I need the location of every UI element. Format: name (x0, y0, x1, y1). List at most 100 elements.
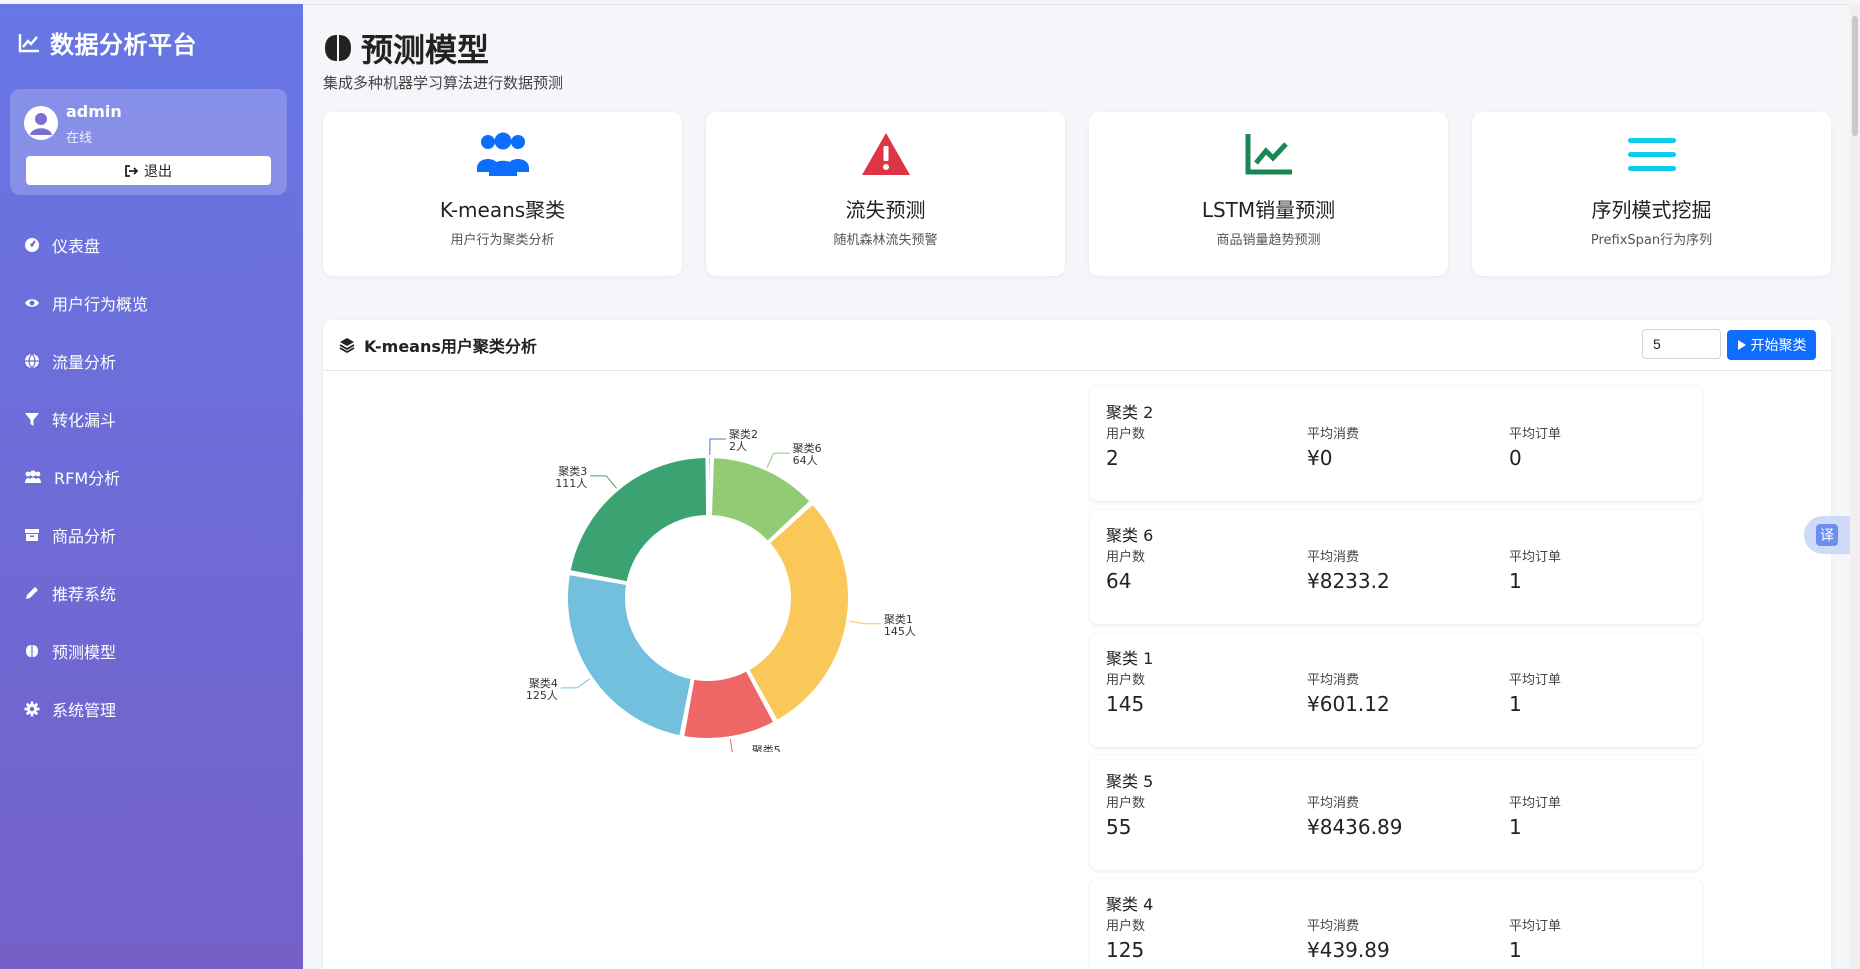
cluster-card: 聚类 5 用户数 55 平均消费 ¥8436.89 平均订单 1 (1090, 756, 1702, 870)
model-card-lstm[interactable]: LSTM销量预测 商品销量趋势预测 (1089, 112, 1448, 276)
cluster-list: 聚类 2 用户数 2 平均消费 ¥0 平均订单 0 聚类 6 用户数 64 平均消费 ¥8… (1090, 387, 1702, 969)
donut-label-value: 2人 (729, 440, 747, 453)
user-card: admin 在线 退出 (10, 89, 287, 195)
page-scrollbar[interactable] (1850, 4, 1860, 969)
metric-label: 平均消费 (1307, 673, 1360, 688)
model-card-title: K-means聚类 (439, 198, 566, 222)
metric-label: 用户数 (1106, 673, 1146, 688)
cluster-card: 聚类 6 用户数 64 平均消费 ¥8233.2 平均订单 1 (1090, 510, 1702, 624)
logout-button[interactable]: 退出 (26, 156, 271, 185)
donut-label-name: 聚类5 (752, 743, 781, 752)
sidebar: 数据分析平台 admin 在线 退出 仪表盘 用户行为概览 流量分析 转化漏斗 … (0, 4, 303, 969)
sidebar-item-prediction[interactable]: 预测模型 (0, 622, 303, 680)
donut-label-line (560, 678, 591, 689)
metric-users: 用户数 125 (1106, 915, 1145, 962)
list-icon (1627, 138, 1676, 171)
metric-avg-orders: 平均订单 1 (1509, 669, 1561, 716)
metric-value: 55 (1106, 815, 1132, 839)
donut-label-line (766, 452, 790, 468)
sidebar-item-traffic[interactable]: 流量分析 (0, 332, 303, 390)
sidebar-item-system[interactable]: 系统管理 (0, 680, 303, 738)
pencil-icon (26, 587, 38, 599)
metric-avg-spend: 平均消费 ¥601.12 (1307, 669, 1390, 716)
model-card-kmeans[interactable]: K-means聚类 用户行为聚类分析 (323, 112, 682, 276)
metric-label: 用户数 (1106, 796, 1146, 811)
avatar-icon (24, 106, 58, 140)
donut-label-value: 145人 (884, 625, 916, 638)
sidebar-item-label: 仪表盘 (52, 237, 101, 256)
sidebar-item-dashboard[interactable]: 仪表盘 (0, 216, 303, 274)
model-card-title: 流失预测 (845, 198, 926, 222)
model-card-sequence[interactable]: 序列模式挖掘 PrefixSpan行为序列 (1472, 112, 1831, 276)
funnel-icon (25, 413, 39, 426)
metric-label: 平均订单 (1509, 796, 1562, 811)
metric-value: 2 (1106, 446, 1119, 470)
sidebar-item-products[interactable]: 商品分析 (0, 506, 303, 564)
donut-label-line (590, 475, 617, 489)
sidebar-item-user-behavior[interactable]: 用户行为概览 (0, 274, 303, 332)
metric-avg-orders: 平均订单 0 (1509, 423, 1561, 470)
metric-value: ¥8233.2 (1307, 569, 1390, 593)
donut-label-line (729, 739, 733, 752)
metric-label: 用户数 (1106, 550, 1146, 565)
metric-value: 145 (1106, 692, 1145, 716)
model-card-desc: PrefixSpan行为序列 (1590, 233, 1713, 248)
metric-avg-orders: 平均订单 1 (1509, 915, 1561, 962)
donut-slice[interactable] (566, 573, 693, 738)
cluster-card: 聚类 4 用户数 125 平均消费 ¥439.89 平均订单 1 (1090, 879, 1702, 969)
model-card-title: 序列模式挖掘 (1591, 198, 1712, 222)
start-clustering-label: 开始聚类 (1750, 338, 1807, 354)
user-status: 在线 (66, 131, 93, 146)
metric-label: 平均订单 (1509, 919, 1562, 934)
metric-label: 平均订单 (1509, 550, 1562, 565)
sidebar-item-recommend[interactable]: 推荐系统 (0, 564, 303, 622)
translate-button[interactable]: 译 (1804, 516, 1850, 554)
page-subtitle: 集成多种机器学习算法进行数据预测 (323, 74, 564, 92)
metric-avg-orders: 平均订单 1 (1509, 792, 1561, 839)
donut-label-name: 聚类1 (884, 612, 913, 626)
metric-value: 1 (1509, 569, 1522, 593)
metric-value: ¥0 (1307, 446, 1333, 470)
brand: 数据分析平台 (0, 4, 303, 81)
brain-icon (26, 645, 38, 657)
cluster-name: 聚类 2 (1106, 403, 1154, 422)
sidebar-item-rfm[interactable]: RFM分析 (0, 448, 303, 506)
sidebar-item-funnel[interactable]: 转化漏斗 (0, 390, 303, 448)
cluster-name: 聚类 4 (1106, 895, 1154, 914)
play-icon (1737, 340, 1746, 350)
metric-users: 用户数 145 (1106, 669, 1145, 716)
metric-label: 平均消费 (1307, 427, 1360, 442)
scrollbar-thumb[interactable] (1852, 16, 1858, 136)
brain-icon (325, 35, 351, 61)
metric-avg-spend: 平均消费 ¥8436.89 (1307, 792, 1402, 839)
translate-icon: 译 (1816, 524, 1838, 546)
layers-icon (339, 338, 355, 353)
sidebar-nav: 仪表盘 用户行为概览 流量分析 转化漏斗 RFM分析 商品分析 推荐系统 预测模… (0, 216, 303, 738)
metric-value: ¥439.89 (1307, 938, 1390, 962)
cluster-card: 聚类 2 用户数 2 平均消费 ¥0 平均订单 0 (1090, 387, 1702, 501)
users-icon (476, 132, 529, 176)
metric-label: 平均订单 (1509, 427, 1562, 442)
metric-value: 1 (1509, 815, 1522, 839)
metric-label: 用户数 (1106, 919, 1146, 934)
sidebar-item-label: RFM分析 (54, 469, 121, 488)
metric-value: 0 (1509, 446, 1522, 470)
metric-label: 平均消费 (1307, 550, 1360, 565)
metric-label: 用户数 (1106, 427, 1146, 442)
model-card-churn[interactable]: 流失预测 随机森林流失预警 (706, 112, 1065, 276)
donut-label-value: 111人 (555, 477, 587, 490)
cluster-name: 聚类 6 (1106, 526, 1154, 545)
model-cards: K-means聚类 用户行为聚类分析 流失预测 随机森林流失预警 LSTM销量预… (323, 112, 1831, 276)
main-content: 预测模型 集成多种机器学习算法进行数据预测 K-means聚类 用户行为聚类分析 (303, 4, 1860, 969)
metric-value: ¥601.12 (1307, 692, 1390, 716)
box-icon (25, 529, 39, 541)
sidebar-item-label: 流量分析 (52, 353, 117, 372)
start-clustering-button[interactable]: 开始聚类 (1727, 330, 1816, 360)
kmeans-panel: K-means用户聚类分析 开始聚类 聚类22人 聚类664人聚类1145人聚类5… (323, 320, 1831, 969)
dashboard-icon (25, 238, 39, 252)
donut-label-name: 聚类6 (793, 441, 822, 455)
sidebar-item-label: 商品分析 (52, 527, 117, 546)
globe-icon (25, 353, 39, 369)
model-card-desc: 随机森林流失预警 (833, 233, 938, 248)
cluster-count-input[interactable] (1642, 329, 1721, 359)
